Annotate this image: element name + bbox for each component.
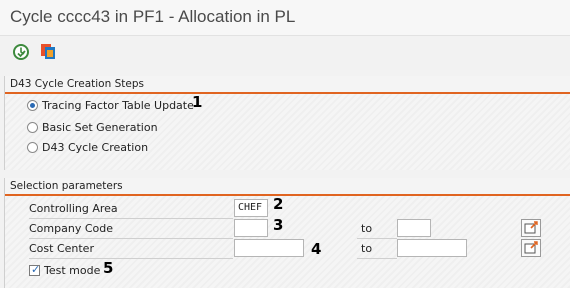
multiple-selection-icon <box>524 241 538 254</box>
test-mode-checkbox[interactable]: ✓ Test mode <box>29 261 100 279</box>
label-underline <box>29 218 233 219</box>
get-variant-icon[interactable] <box>38 41 60 63</box>
label-underline <box>29 258 233 259</box>
annotation-marker: 2 <box>273 195 284 213</box>
checkbox-checked-icon[interactable]: ✓ <box>29 263 40 276</box>
steps-section-title: D43 Cycle Creation Steps <box>5 76 570 94</box>
radio-tracing-factor-table-update[interactable]: Tracing Factor Table Update <box>27 96 194 114</box>
company-code-to-label: to <box>361 222 373 235</box>
multiple-selection-icon <box>524 221 538 234</box>
radio-unselected-icon[interactable] <box>27 141 38 153</box>
cost-center-multiple-selection-button[interactable] <box>521 239 541 257</box>
page-title: Cycle cccc43 in PF1 - Allocation in PL <box>10 7 296 26</box>
toolbar <box>0 36 570 70</box>
radio-d43-cycle-creation[interactable]: D43 Cycle Creation <box>27 138 148 156</box>
company-code-label: Company Code <box>29 222 113 235</box>
steps-panel: D43 Cycle Creation Steps Tracing Factor … <box>4 76 570 170</box>
execute-clock-icon[interactable] <box>10 41 32 63</box>
controlling-area-input[interactable]: CHEF <box>234 199 268 217</box>
company-code-to-input[interactable] <box>397 219 431 237</box>
company-code-multiple-selection-button[interactable] <box>521 219 541 237</box>
annotation-marker: 5 <box>103 259 114 277</box>
radio-selected-icon[interactable] <box>27 99 38 111</box>
radio-basic-set-generation[interactable]: Basic Set Generation <box>27 118 158 136</box>
selection-section-title: Selection parameters <box>5 178 570 196</box>
cost-center-label: Cost Center <box>29 242 94 255</box>
radio-unselected-icon[interactable] <box>27 121 38 133</box>
company-code-from-input[interactable] <box>234 219 268 237</box>
title-bar: Cycle cccc43 in PF1 - Allocation in PL <box>0 0 570 36</box>
radio-label: D43 Cycle Creation <box>42 140 149 154</box>
test-mode-label: Test mode <box>44 263 101 277</box>
radio-label: Tracing Factor Table Update <box>42 98 194 112</box>
controlling-area-label: Controlling Area <box>29 202 118 215</box>
radio-label: Basic Set Generation <box>42 120 158 134</box>
label-underline <box>357 238 397 239</box>
annotation-marker: 1 <box>192 93 203 111</box>
cost-center-to-label: to <box>361 242 373 255</box>
cost-center-to-input[interactable] <box>397 239 467 257</box>
label-underline <box>29 238 233 239</box>
selection-panel: Selection parameters Controlling Area CH… <box>4 178 570 288</box>
cost-center-from-input[interactable] <box>234 239 304 257</box>
annotation-marker: 4 <box>311 240 322 258</box>
annotation-marker: 3 <box>273 216 284 234</box>
label-underline <box>357 258 397 259</box>
